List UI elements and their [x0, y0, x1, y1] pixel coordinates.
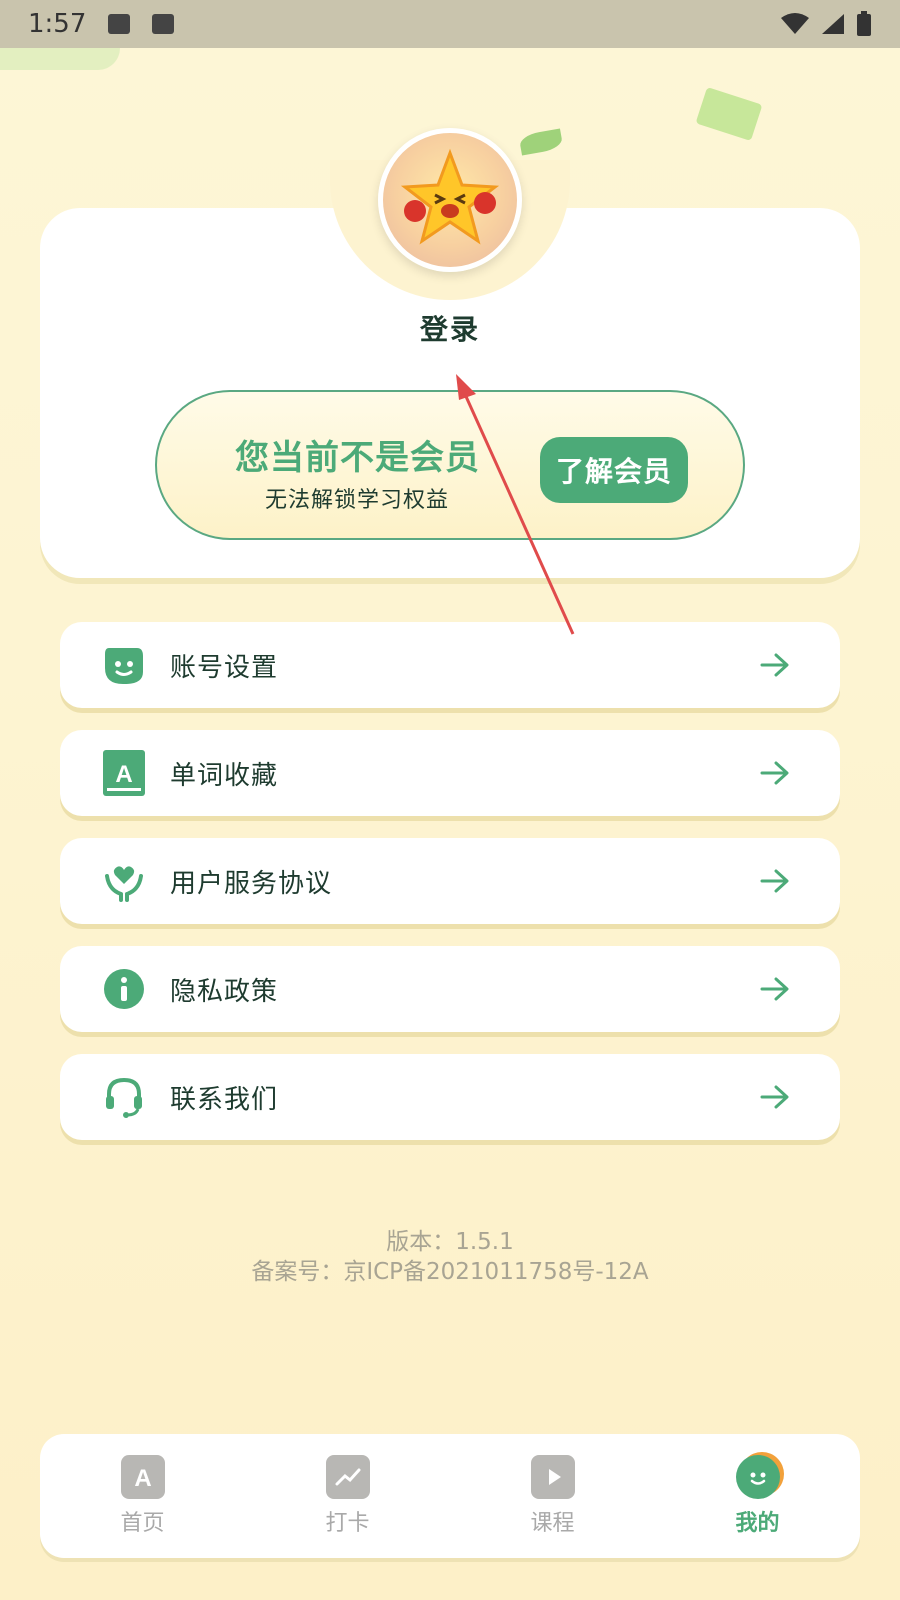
learn-membership-button[interactable]: 了解会员	[540, 437, 688, 503]
svg-text:A: A	[134, 1465, 151, 1492]
arrow-right-icon	[758, 1080, 792, 1114]
menu-item-user-agreement[interactable]: 用户服务协议	[60, 838, 840, 924]
gallery-icon	[108, 14, 131, 34]
word-book-icon: A	[102, 750, 146, 796]
menu-label: 账号设置	[170, 652, 279, 683]
headset-icon	[102, 1075, 146, 1119]
star-mascot-icon	[400, 148, 500, 245]
tab-label: 我的	[735, 1511, 780, 1536]
version-text: 版本：1.5.1	[386, 1229, 514, 1255]
status-bar: 1:57	[0, 0, 900, 48]
tab-me[interactable]: 我的	[655, 1434, 860, 1558]
arrow-right-icon	[758, 972, 792, 1006]
menu-item-contact-us[interactable]: 联系我们	[60, 1054, 840, 1140]
arrow-right-icon	[758, 756, 792, 790]
signal-icon	[822, 14, 844, 34]
svg-text:A: A	[115, 761, 132, 788]
member-status-subtitle: 无法解锁学习权益	[265, 488, 450, 513]
login-link[interactable]: 登录	[0, 308, 900, 348]
battery-icon	[857, 11, 871, 36]
tab-checkin[interactable]: 打卡	[245, 1434, 450, 1558]
leaf-decoration	[518, 128, 564, 156]
tab-label: 打卡	[325, 1511, 370, 1536]
course-play-icon	[530, 1455, 575, 1499]
menu-item-account-settings[interactable]: 账号设置	[60, 622, 840, 708]
tab-course[interactable]: 课程	[450, 1434, 655, 1558]
bottom-tab-bar: A 首页 打卡 课程 我的	[40, 1434, 860, 1558]
text-a-icon	[152, 14, 175, 34]
member-status-title: 您当前不是会员	[235, 438, 480, 478]
me-face-icon	[735, 1455, 780, 1499]
tab-label: 课程	[530, 1511, 575, 1536]
menu-label: 用户服务协议	[170, 868, 333, 899]
paper-decoration	[695, 86, 763, 142]
menu-label: 隐私政策	[170, 976, 279, 1007]
menu-label: 单词收藏	[170, 760, 279, 791]
wifi-icon	[781, 13, 809, 34]
checkin-chart-icon	[325, 1455, 370, 1499]
arrow-right-icon	[758, 648, 792, 682]
menu-item-privacy-policy[interactable]: 隐私政策	[60, 946, 840, 1032]
tab-home[interactable]: A 首页	[40, 1434, 245, 1558]
tab-label: 首页	[120, 1511, 165, 1536]
status-time: 1:57	[28, 9, 87, 39]
membership-banner: 您当前不是会员 无法解锁学习权益 了解会员	[155, 390, 745, 540]
menu-label: 联系我们	[170, 1084, 279, 1115]
home-book-icon: A	[120, 1455, 165, 1499]
menu-item-word-favorites[interactable]: A 单词收藏	[60, 730, 840, 816]
info-icon	[102, 967, 146, 1011]
avatar[interactable]	[378, 128, 522, 272]
icp-record-text: 备案号：京ICP备2021011758号-12A	[251, 1259, 649, 1285]
background-decoration	[0, 48, 120, 70]
heart-hands-icon	[102, 859, 146, 903]
arrow-right-icon	[758, 864, 792, 898]
face-icon	[102, 643, 146, 687]
